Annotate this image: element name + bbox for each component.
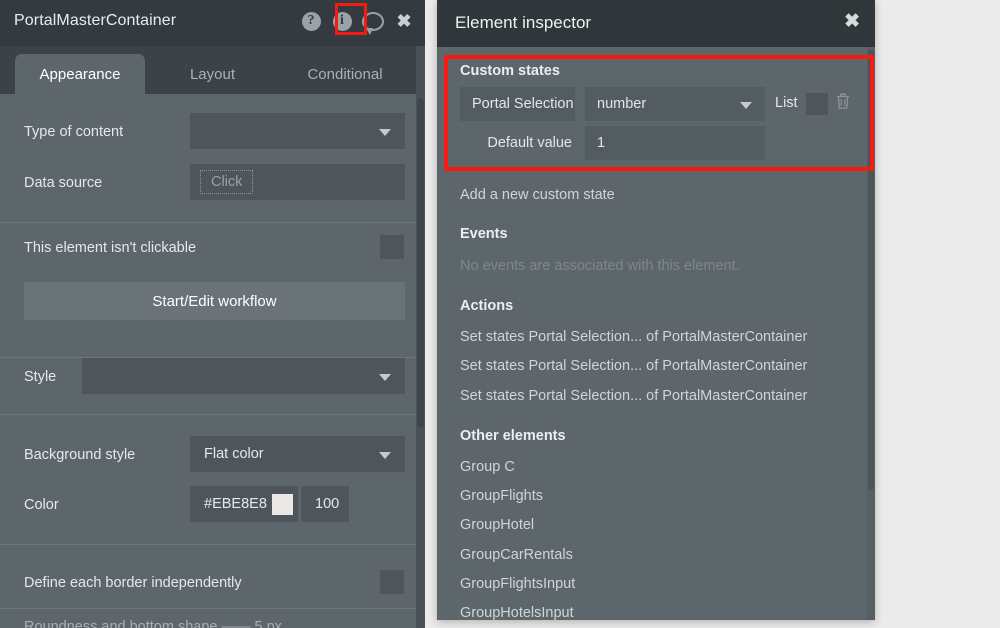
other-element-item[interactable]: GroupFlights (460, 488, 543, 504)
inspector-scroll-thumb[interactable] (868, 50, 874, 490)
action-item[interactable]: Set states Portal Selection... of Portal… (460, 329, 807, 345)
custom-states-heading: Custom states (460, 63, 560, 79)
start-edit-workflow-button[interactable]: Start/Edit workflow (24, 282, 405, 320)
style-select[interactable] (82, 358, 405, 394)
background-style-label: Background style (24, 447, 135, 463)
tab-appearance[interactable]: Appearance (15, 54, 145, 94)
color-opacity-input[interactable]: 100 (301, 486, 349, 522)
inspector-body: Custom states Portal Selection number Li… (437, 47, 875, 620)
delete-state-icon[interactable] (835, 92, 851, 110)
default-value-label: Default value (460, 126, 582, 160)
actions-heading: Actions (460, 298, 513, 314)
add-custom-state-link[interactable]: Add a new custom state (460, 187, 615, 203)
other-element-item[interactable]: GroupCarRentals (460, 547, 573, 563)
element-inspector-panel: Element inspector ✖ Custom states Portal… (437, 0, 875, 620)
property-tabs: Appearance Layout Conditional (0, 46, 425, 94)
divider (0, 222, 425, 223)
cut-off-row-label: Roundness and bottom shape —— 5 px (24, 619, 282, 628)
action-item[interactable]: Set states Portal Selection... of Portal… (460, 388, 807, 404)
background-style-select[interactable]: Flat color (190, 436, 405, 472)
action-item[interactable]: Set states Portal Selection... of Portal… (460, 358, 807, 374)
inspector-scrollbar[interactable] (867, 47, 875, 620)
type-of-content-label: Type of content (24, 124, 123, 140)
help-icon[interactable]: ? (300, 10, 322, 32)
define-borders-checkbox[interactable] (380, 570, 404, 594)
other-element-item[interactable]: GroupFlightsInput (460, 576, 575, 592)
other-element-item[interactable]: GroupHotelsInput (460, 605, 574, 620)
data-source-placeholder: Click (200, 170, 253, 194)
not-clickable-label: This element isn't clickable (24, 240, 196, 256)
data-source-label: Data source (24, 175, 102, 191)
info-icon[interactable]: i (331, 10, 353, 32)
events-empty-message: No events are associated with this eleme… (460, 258, 740, 274)
inspector-close-icon[interactable]: ✖ (844, 12, 860, 31)
inspector-header: Element inspector ✖ (437, 0, 875, 47)
list-checkbox[interactable] (806, 93, 828, 115)
tab-conditional[interactable]: Conditional (285, 54, 405, 94)
property-panel-scrollbar[interactable] (416, 46, 425, 628)
inspector-title: Element inspector (455, 13, 591, 33)
close-icon[interactable]: ✖ (393, 10, 415, 32)
style-label: Style (24, 369, 56, 385)
divider (0, 608, 425, 609)
divider (0, 414, 425, 415)
custom-state-name-input[interactable]: Portal Selection (460, 87, 575, 121)
property-form: Type of content Data source Click This e… (0, 94, 425, 628)
type-of-content-select[interactable] (190, 113, 405, 149)
list-label: List (775, 95, 798, 111)
color-swatch[interactable] (272, 494, 293, 515)
events-heading: Events (460, 226, 508, 242)
property-panel-scroll-thumb[interactable] (417, 98, 424, 428)
page-title: PortalMasterContainer (14, 12, 176, 30)
other-elements-heading: Other elements (460, 428, 566, 444)
property-panel-header-icons: ? i ✖ (300, 10, 415, 32)
not-clickable-checkbox[interactable] (380, 235, 404, 259)
color-label: Color (24, 497, 59, 513)
property-editor-panel: PortalMasterContainer ? i ✖ Appearance L… (0, 0, 425, 628)
other-element-item[interactable]: Group C (460, 459, 515, 475)
property-panel-header: PortalMasterContainer ? i ✖ (0, 0, 425, 46)
divider (0, 544, 425, 545)
default-value-input[interactable]: 1 (585, 126, 765, 160)
other-element-item[interactable]: GroupHotel (460, 517, 534, 533)
tab-layout[interactable]: Layout (165, 54, 260, 94)
comment-icon[interactable] (362, 10, 384, 32)
define-borders-label: Define each border independently (24, 575, 242, 591)
data-source-input[interactable]: Click (190, 164, 405, 200)
screenshot-root: PortalMasterContainer ? i ✖ Appearance L… (0, 0, 1000, 628)
custom-state-type-select[interactable]: number (585, 87, 765, 121)
